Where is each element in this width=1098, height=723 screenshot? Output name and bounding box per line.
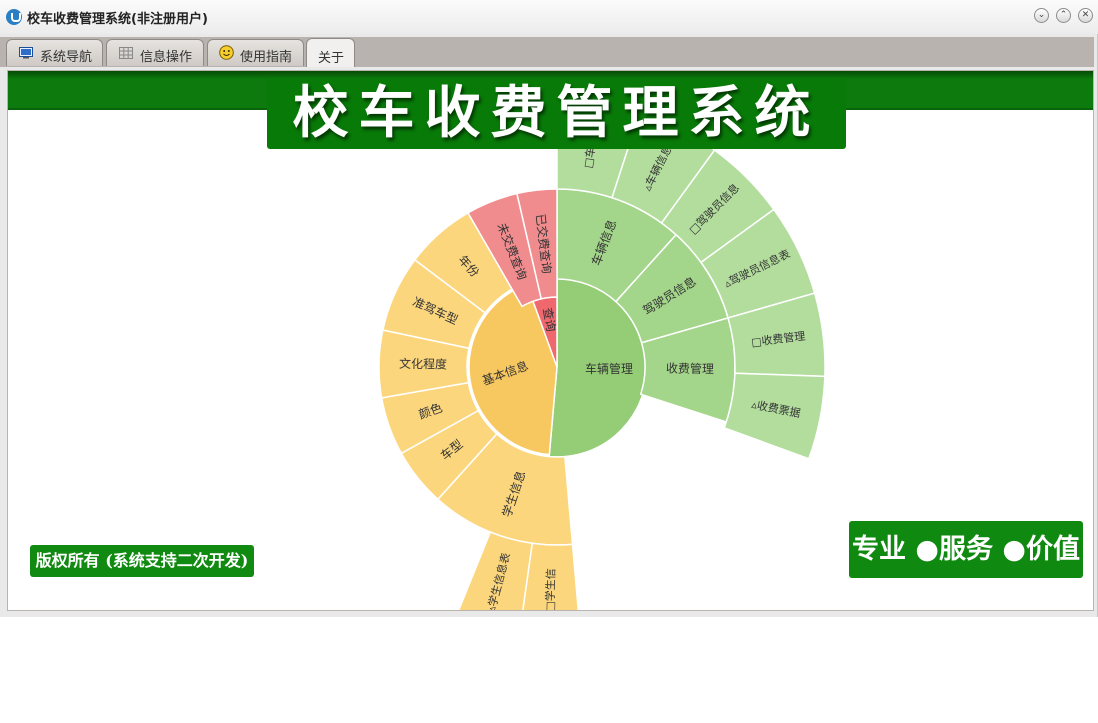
grid-icon — [119, 47, 133, 59]
minimize-button[interactable]: ⌄ — [1034, 8, 1049, 23]
tab-label: 信息操作 — [140, 50, 193, 65]
sunburst-label: □学生信 — [543, 568, 558, 611]
monitor-icon — [19, 47, 33, 59]
tab-info-operation[interactable]: 信息操作 — [106, 39, 204, 66]
sunburst-segment[interactable] — [723, 372, 826, 460]
app-window: 校车收费管理系统(非注册用户) ⌄ ⌃ ✕ 系统导航 信息操作 使用指南 关于 … — [0, 0, 1098, 617]
sunburst-label: 车辆管理 — [585, 361, 633, 376]
smiley-icon — [219, 45, 234, 60]
close-button[interactable]: ✕ — [1078, 8, 1093, 23]
tab-user-guide[interactable]: 使用指南 — [207, 39, 304, 66]
tab-label: 系统导航 — [40, 50, 93, 65]
tab-about[interactable]: 关于 — [306, 38, 355, 67]
title-bar: 校车收费管理系统(非注册用户) ⌄ ⌃ ✕ — [0, 0, 1098, 34]
about-panel: 车辆管理 基本信息 查询 车辆信息 驾驶员信息 收费管理 学生信息 车型 颜色 文化程度 准驾车型年… — [7, 70, 1094, 611]
tab-bar: 系统导航 信息操作 使用指南 关于 — [0, 37, 1094, 67]
tab-label: 使用指南 — [240, 50, 293, 65]
tab-label: 关于 — [318, 51, 345, 66]
system-title: 校车收费管理系统 — [267, 78, 846, 149]
tab-system-navigation[interactable]: 系统导航 — [6, 39, 103, 66]
sunburst-label: 收费管理 — [666, 360, 714, 376]
copyright-badge: 版权所有 (系统支持二次开发) — [30, 545, 254, 577]
sunburst-label: 文化程度 — [399, 356, 447, 372]
maximize-button[interactable]: ⌃ — [1056, 8, 1071, 23]
app-logo-icon — [6, 9, 22, 25]
window-title: 校车收费管理系统(非注册用户) — [27, 12, 208, 27]
slogan-badge: 专业 ●服务 ●价值 — [849, 521, 1083, 578]
